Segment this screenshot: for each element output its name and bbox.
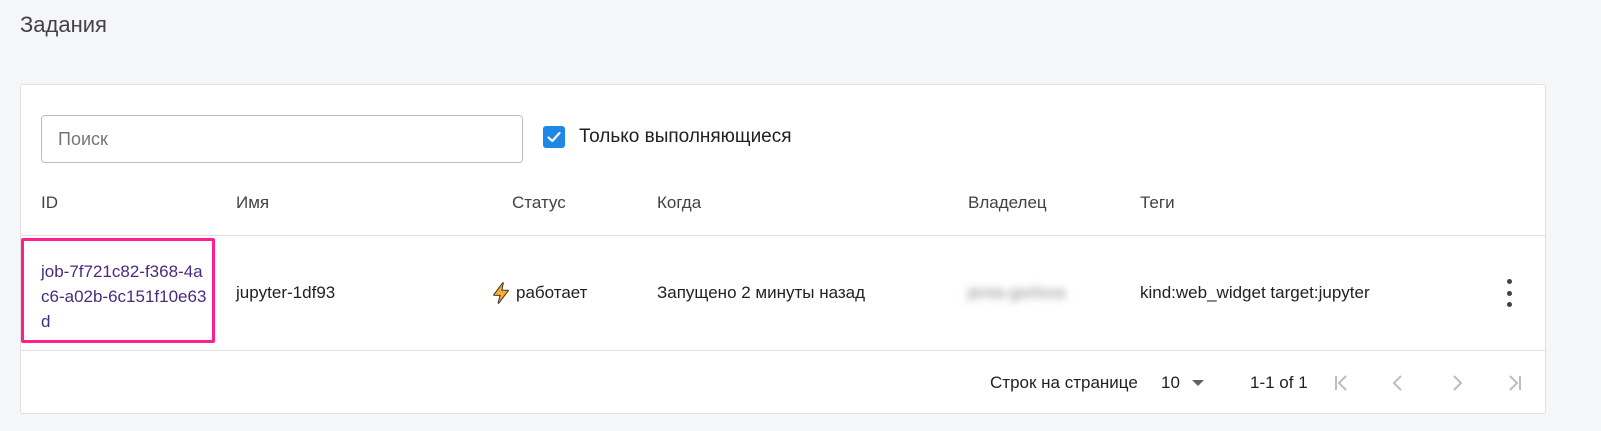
job-id-highlight: job-7f721c82-f368-4ac6-a02b-6c151f10e63d [21,238,215,343]
search-input[interactable] [42,116,522,162]
column-header-tags[interactable]: Теги [1140,193,1175,213]
first-page-icon [1335,375,1347,391]
job-status-label: работает [516,283,588,302]
job-owner: jenia-gorlova [968,283,1066,302]
row-menu-icon[interactable] [1497,279,1521,307]
table-header: ID Имя Статус Когда Владелец Теги [21,183,1545,236]
last-page-icon [1509,375,1521,391]
running-only-checkbox[interactable] [543,126,565,148]
last-page-button[interactable] [1501,369,1529,397]
table-row[interactable]: job-7f721c82-f368-4ac6-a02b-6c151f10e63d… [21,237,1545,351]
check-icon [547,131,561,143]
column-header-owner[interactable]: Владелец [968,193,1047,213]
table-pagination: Строк на странице 10 1-1 of 1 [21,351,1545,413]
rows-per-page-label: Строк на странице [990,373,1138,392]
first-page-button[interactable] [1327,369,1355,397]
column-header-status[interactable]: Статус [512,193,566,213]
job-status: работает [491,282,587,304]
column-header-name[interactable]: Имя [236,193,269,213]
running-only-filter[interactable]: Только выполняющиеся [543,126,792,148]
chevron-left-icon [1392,375,1402,391]
job-name: jupyter-1df93 [236,283,336,302]
jobs-card: Только выполняющиеся ID Имя Статус Когда… [20,84,1546,414]
column-header-id[interactable]: ID [41,193,58,213]
rows-per-page-select[interactable]: 10 [1161,373,1204,393]
job-tags: kind:web_widget target:jupyter [1140,283,1370,302]
chevron-right-icon [1453,375,1463,391]
job-when: Запущено 2 минуты назад [657,283,866,302]
chevron-down-icon [1191,380,1204,386]
search-field[interactable] [41,115,523,163]
column-header-when[interactable]: Когда [657,193,701,213]
previous-page-button[interactable] [1384,369,1412,397]
running-only-label: Только выполняющиеся [579,126,792,147]
job-id-link[interactable]: job-7f721c82-f368-4ac6-a02b-6c151f10e63d [41,259,211,334]
page-title: Задания [20,12,107,37]
pagination-range: 1-1 of 1 [1250,373,1308,392]
lightning-icon [493,282,509,304]
next-page-button[interactable] [1443,369,1471,397]
rows-per-page-value: 10 [1161,373,1180,392]
